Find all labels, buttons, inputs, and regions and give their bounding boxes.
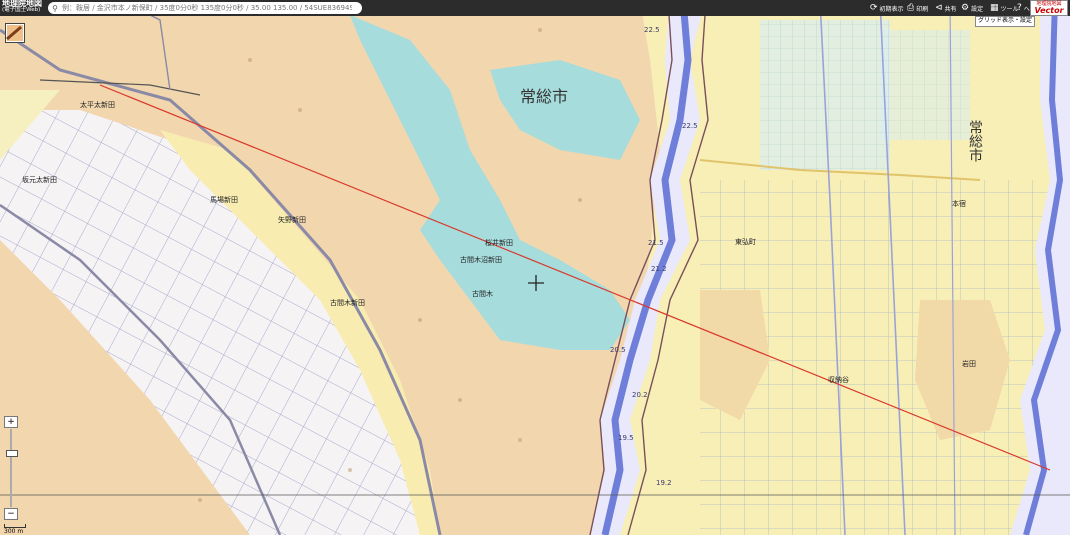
place-label: 岩田	[962, 359, 976, 368]
search-icon[interactable]: ⚲	[48, 4, 62, 13]
tools-label: ツール	[1000, 5, 1019, 13]
scale-label: 300 m	[4, 528, 24, 535]
share-button[interactable]: ⊲ 共有	[935, 0, 957, 16]
place-label: 古間木	[472, 289, 493, 298]
header-bar: 地理院地図 (電子国土Web) ⚲ ⟳ 初期表示 ⎙ 印刷 ⊲ 共有 ⚙ 設定 …	[0, 0, 1070, 16]
map-canvas[interactable]: 常総市常総市太平太新田坂元太新田桜井新田古間木沼新田古間木古間木新田馬場新田矢野…	[0, 0, 1070, 535]
grid-settings-toggle[interactable]: グリッド表示・設定	[975, 16, 1036, 27]
zoom-slider-thumb[interactable]	[6, 450, 18, 457]
spot-height-label: 21.5	[648, 239, 664, 247]
share-icon: ⊲	[935, 3, 943, 13]
logo-subtitle: (電子国土Web)	[2, 7, 41, 13]
zoom-out-button[interactable]: −	[4, 508, 18, 520]
settings-label: 設定	[971, 5, 984, 13]
layers-icon	[6, 25, 23, 41]
place-label: 収納谷	[828, 375, 849, 384]
zoom-slider-track[interactable]	[10, 429, 12, 507]
city-label: 常総市	[520, 87, 568, 106]
spot-height-label: 19.2	[656, 479, 672, 487]
place-label: 古間木沼新田	[460, 255, 502, 264]
place-label: 坂元太新田	[22, 175, 57, 184]
search-input[interactable]	[62, 3, 352, 13]
gear-icon: ⚙	[961, 3, 970, 13]
print-button[interactable]: ⎙ 印刷	[907, 0, 928, 16]
search-box[interactable]: ⚲	[48, 2, 362, 14]
zoom-in-button[interactable]: +	[4, 416, 18, 428]
place-label: 馬場新田	[210, 195, 238, 204]
place-label: 古間木新田	[330, 298, 365, 307]
zoom-control[interactable]: + −	[4, 416, 18, 520]
city-label: 常総市	[967, 120, 983, 162]
spot-height-label: 19.5	[618, 434, 634, 442]
place-label: 東弘町	[735, 237, 756, 246]
layer-menu-button[interactable]	[5, 23, 25, 43]
printer-icon: ⎙	[907, 3, 915, 13]
print-label: 印刷	[916, 5, 929, 13]
spot-height-label: 22.5	[644, 26, 660, 34]
vector-map-badge[interactable]: 地理院地図 Vector	[1030, 0, 1068, 16]
site-logo[interactable]: 地理院地図 (電子国土Web)	[2, 0, 46, 16]
tools-icon: ▦	[990, 3, 999, 13]
initial-view-button[interactable]: ⟳ 初期表示	[870, 0, 904, 16]
vector-badge-main: Vector	[1034, 6, 1064, 15]
place-label: 太平太新田	[80, 100, 115, 109]
tools-button[interactable]: ▦ ツール	[990, 0, 1019, 16]
spot-height-label: 22.5	[682, 122, 698, 130]
place-label: 本宿	[952, 199, 966, 208]
initial-view-label: 初期表示	[879, 5, 904, 13]
logo-title: 地理院地図	[2, 0, 42, 8]
settings-button[interactable]: ⚙ 設定	[961, 0, 983, 16]
help-icon: ?	[1017, 3, 1022, 13]
spot-height-label: 21.2	[651, 265, 667, 273]
refresh-icon: ⟳	[870, 3, 878, 13]
spot-height-label: 20.2	[632, 391, 648, 399]
scale-bar: 300 m	[4, 524, 26, 535]
place-label: 矢野新田	[278, 215, 306, 224]
share-label: 共有	[944, 5, 957, 13]
spot-height-label: 20.5	[610, 346, 626, 354]
place-label: 桜井新田	[485, 238, 513, 247]
